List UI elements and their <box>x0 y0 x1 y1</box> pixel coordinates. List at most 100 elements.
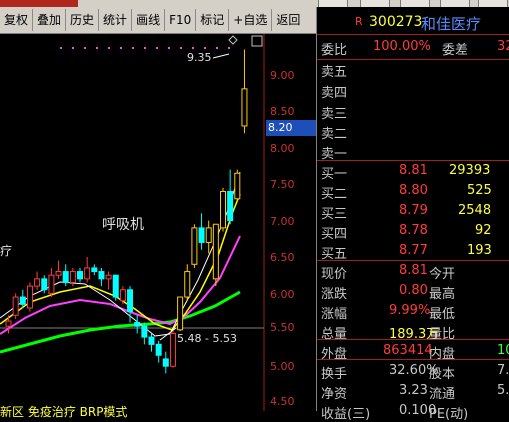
quote-value: 8.81 <box>399 263 428 278</box>
buy-price: 8.78 <box>399 223 428 238</box>
candle-body <box>134 322 141 327</box>
top-menu-item[interactable] <box>478 0 508 7</box>
price-label: 4.50 <box>270 395 295 408</box>
diamond-marker-icon <box>228 35 238 45</box>
price-label: 6.50 <box>270 251 295 264</box>
candle-body <box>105 274 112 280</box>
candle-body <box>48 274 55 294</box>
back-button[interactable]: 返回 <box>272 9 304 31</box>
buy-volume: 2548 <box>458 203 492 218</box>
candle-body <box>162 358 169 367</box>
kline-chart[interactable]: 9.35 5.48 - 5.53 呼吸机 疗 新区 免疫治疗 BRP模式 9.0… <box>0 34 316 419</box>
top-menu-item[interactable] <box>440 0 470 7</box>
add-watchlist-button[interactable]: +自选 <box>229 9 273 31</box>
quote-row: 净资 3.23流通 5.8 <box>317 381 509 402</box>
quote-row: 涨幅 9.99% 最低 <box>317 301 509 322</box>
price-label: 7.00 <box>270 215 295 228</box>
history-button[interactable]: 历史 <box>66 9 100 31</box>
buy-row: 买五 8.77 193 <box>317 241 509 262</box>
diff-value: 32 <box>497 39 509 54</box>
concept-label: 呼吸机 <box>102 217 144 233</box>
candle-body <box>62 271 69 283</box>
high-arrow-icon <box>212 53 230 59</box>
quote-label: 换手 <box>321 367 348 382</box>
quote-value: 7.9 <box>497 363 509 378</box>
candle-body <box>119 289 126 302</box>
candle-body <box>98 271 105 280</box>
candle-body <box>191 227 198 265</box>
buy-volume: 193 <box>467 243 492 258</box>
concept-tags-label: 新区 免疫治疗 BRP模式 <box>0 405 128 419</box>
buy-price: 8.79 <box>399 203 428 218</box>
quote-row: 现价 8.81 今开 <box>317 261 509 282</box>
candle-body <box>26 285 33 309</box>
price-label: 6.00 <box>270 288 295 301</box>
price-label: 8.00 <box>270 142 295 155</box>
mark-button[interactable]: 标记 <box>196 9 230 31</box>
sell-label: 卖三 <box>321 107 348 122</box>
quote-value: 103 <box>497 343 509 358</box>
candle-body <box>198 227 205 243</box>
overlay-button[interactable]: 叠加 <box>33 9 67 31</box>
candle-body <box>34 278 41 287</box>
sell-label: 卖四 <box>321 86 348 101</box>
buy-row: 买一 8.81 29393 <box>317 161 509 182</box>
candle-body <box>227 190 234 222</box>
candle-body <box>84 267 91 280</box>
marker-badge: R <box>355 15 363 28</box>
candle-body <box>177 296 184 331</box>
candle-body <box>77 271 83 280</box>
sell-row: 卖二 <box>317 121 509 142</box>
sell-row: 卖三 <box>317 101 509 122</box>
ratio-label: 委比 <box>321 43 348 58</box>
quote-label: 最高 <box>429 287 456 302</box>
buy-row: 买三 8.79 2548 <box>317 201 509 222</box>
left-clipped-label: 疗 <box>0 244 13 258</box>
candle-body <box>220 190 226 229</box>
current-price-tag: 8.20 <box>266 120 316 136</box>
quote-row: 换手32.60%股本7.9 <box>317 361 509 382</box>
restore-rights-button[interactable]: 复权 <box>0 9 34 31</box>
statistics-button[interactable]: 统计 <box>99 9 133 31</box>
quote-label: 涨幅 <box>321 307 348 322</box>
price-label: 5.50 <box>270 321 295 334</box>
ratio-row: 委比 100.00% 委差 32 <box>317 37 509 58</box>
ratio-value: 100.00% <box>373 39 431 54</box>
quote-label: 最低 <box>429 307 456 322</box>
quote-label: 涨跌 <box>321 287 348 302</box>
candle-body <box>241 88 248 127</box>
sell-row: 卖一 <box>317 141 509 162</box>
quote-label: PE(动) <box>429 407 469 422</box>
f10-button[interactable]: F10 <box>165 9 197 31</box>
candle-body <box>69 271 76 283</box>
candle-body <box>127 289 134 313</box>
buy-volume: 525 <box>467 183 492 198</box>
candle-body <box>12 296 19 316</box>
stock-name: 和佳医疗 <box>421 15 482 33</box>
buy-label: 买四 <box>321 227 348 242</box>
quote-value: 0.80 <box>399 283 428 298</box>
candle-body <box>234 172 241 200</box>
candle-body <box>205 227 212 243</box>
chart-toolbar: 复权 叠加 历史 统计 画线 F10 标记 +自选 返回 <box>0 7 316 34</box>
top-window-strip <box>0 0 509 7</box>
high-price-label: 9.35 <box>187 51 212 64</box>
candle-body <box>91 267 98 273</box>
price-label: 5.00 <box>270 360 295 373</box>
quote-row: 收益(三) 0.100 PE(动) <box>317 401 509 422</box>
top-menu-item[interactable] <box>400 0 430 7</box>
top-menu-item[interactable] <box>360 0 390 7</box>
candle-body <box>5 320 12 327</box>
buy-price: 8.80 <box>399 183 428 198</box>
candle-body <box>19 296 26 305</box>
quote-label: 股本 <box>429 367 456 382</box>
quote-label: 今开 <box>429 267 456 282</box>
sell-label: 卖二 <box>321 127 348 142</box>
buy-price: 8.77 <box>399 243 428 258</box>
quote-label: 收益(三) <box>321 407 371 422</box>
top-menu-item[interactable] <box>318 0 348 7</box>
buy-row: 买二 8.80 525 <box>317 181 509 202</box>
price-label: 8.50 <box>270 105 295 118</box>
chart-scroll-box[interactable] <box>251 35 263 47</box>
draw-line-button[interactable]: 画线 <box>132 9 166 31</box>
